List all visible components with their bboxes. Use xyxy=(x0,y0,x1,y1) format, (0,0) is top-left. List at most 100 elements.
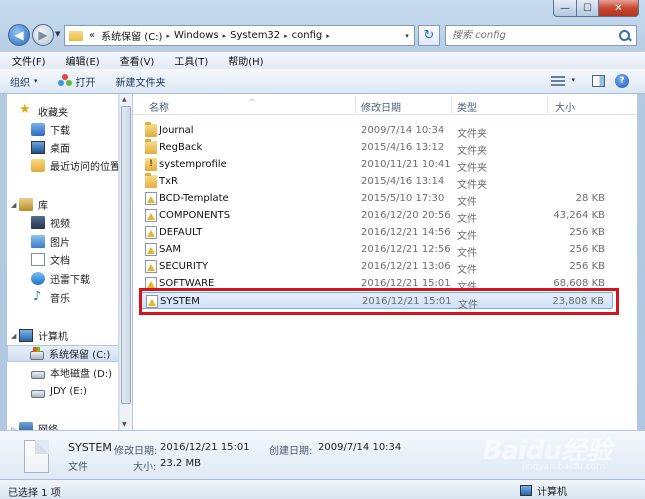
breadcrumb-config[interactable]: config xyxy=(289,30,326,41)
help-icon[interactable]: ? xyxy=(615,74,629,88)
downloads-folder-icon xyxy=(31,123,45,136)
refresh-button[interactable]: ↻ xyxy=(418,25,440,46)
table-row[interactable]: TxR 2015/4/16 13:14 文件夹 xyxy=(139,173,613,191)
back-button[interactable]: ◀ xyxy=(8,24,30,46)
file-modified-date: 2016/12/21 15:01 xyxy=(362,296,452,307)
menu-edit[interactable]: 编辑(E) xyxy=(54,53,108,68)
nav-item-recent-places[interactable]: 最近访问的位置 xyxy=(31,157,118,174)
breadcrumb-system32[interactable]: System32 xyxy=(227,30,283,41)
nav-item-drive-d[interactable]: 本地磁盘 (D:) xyxy=(31,364,112,381)
breadcrumb-windows[interactable]: Windows xyxy=(171,30,222,41)
column-header-type[interactable]: 类型 xyxy=(457,99,477,114)
file-modified-date: 2015/4/16 13:14 xyxy=(361,176,445,187)
menu-view[interactable]: 查看(V) xyxy=(108,53,163,68)
file-icon xyxy=(145,260,157,273)
menu-tools[interactable]: 工具(T) xyxy=(162,53,216,68)
breadcrumb-drive-c[interactable]: 系统保留 (C:) xyxy=(98,28,165,43)
nav-label: 库 xyxy=(38,201,48,212)
nav-pane-scrollbar[interactable]: ▲ ▼ xyxy=(119,94,132,430)
column-header-size[interactable]: 大小 xyxy=(555,99,575,114)
column-header-date[interactable]: 修改日期 xyxy=(361,99,401,114)
scrollbar-thumb[interactable] xyxy=(121,106,131,404)
column-divider[interactable] xyxy=(451,96,452,113)
organize-button[interactable]: 组织 ▾ xyxy=(0,74,48,89)
collapse-arrow-icon[interactable]: ◢ xyxy=(11,332,16,340)
documents-icon xyxy=(31,253,45,266)
file-name: BCD-Template xyxy=(159,193,229,204)
nav-item-pictures[interactable]: 图片 xyxy=(31,233,70,250)
address-bar[interactable]: « 系统保留 (C:) ▸ Windows ▸ System32 ▸ confi… xyxy=(64,25,415,46)
chevron-down-icon[interactable]: ▾ xyxy=(571,76,575,84)
address-dropdown-icon[interactable]: ▾ xyxy=(400,32,414,40)
breadcrumb-separator-icon[interactable]: ▸ xyxy=(325,32,331,40)
table-row[interactable]: RegBack 2015/4/16 13:12 文件夹 xyxy=(139,139,613,157)
file-size: 256 KB xyxy=(569,227,605,238)
status-selection-count: 已选择 1 项 xyxy=(8,488,61,499)
file-type: 文件 xyxy=(458,300,478,311)
nav-item-thunder-downloads[interactable]: 迅雷下载 xyxy=(31,270,90,287)
system-drive-icon xyxy=(30,346,44,360)
file-name: SECURITY xyxy=(159,261,209,272)
details-modified-label: 修改日期: xyxy=(114,446,158,457)
table-row[interactable]: BCD-Template 2015/5/10 17:30 文件 28 KB xyxy=(139,190,613,208)
scroll-down-icon[interactable]: ▼ xyxy=(122,421,127,428)
folder-icon xyxy=(145,173,157,188)
search-input[interactable] xyxy=(446,30,618,41)
table-row[interactable]: systemprofile 2010/11/21 10:41 文件夹 xyxy=(139,156,613,174)
table-row[interactable]: SOFTWARE 2016/12/21 15:01 文件 68,608 KB xyxy=(139,275,613,293)
preview-pane-icon[interactable] xyxy=(592,75,605,87)
caption-buttons: — ☐ ✕ xyxy=(553,0,639,17)
change-view-icon[interactable] xyxy=(551,76,565,86)
nav-item-downloads[interactable]: 下载 xyxy=(31,121,70,138)
file-modified-date: 2015/5/10 17:30 xyxy=(361,193,445,204)
nav-label: 桌面 xyxy=(50,144,70,155)
nav-item-documents[interactable]: 文档 xyxy=(31,251,70,268)
column-divider[interactable] xyxy=(355,96,356,113)
file-name: SAM xyxy=(159,244,182,255)
column-header-name[interactable]: 名称 xyxy=(149,99,169,114)
nav-item-videos[interactable]: 视频 xyxy=(31,214,70,231)
table-row[interactable]: SECURITY 2016/12/21 13:06 文件 256 KB xyxy=(139,258,613,276)
address-history-chevron[interactable]: « xyxy=(86,30,98,41)
open-button[interactable]: 打开 xyxy=(48,74,106,89)
menu-help[interactable]: 帮助(H) xyxy=(216,53,271,68)
search-box[interactable] xyxy=(445,25,637,46)
nav-item-drive-c[interactable]: 系统保留 (C:) xyxy=(7,345,118,362)
minimize-button[interactable]: — xyxy=(553,0,577,17)
nav-label: 本地磁盘 (D:) xyxy=(50,369,113,380)
file-type: 文件 xyxy=(457,248,477,259)
details-file-name: SYSTEM xyxy=(68,441,112,454)
forward-button[interactable]: ▶ xyxy=(32,24,54,46)
file-modified-date: 2016/12/20 20:56 xyxy=(361,210,451,221)
nav-libraries[interactable]: 库 xyxy=(19,196,48,213)
nav-item-desktop[interactable]: 桌面 xyxy=(31,139,70,156)
nav-network[interactable]: 网络 xyxy=(19,420,58,430)
nav-label: 图片 xyxy=(50,238,70,249)
file-type: 文件 xyxy=(457,231,477,242)
nav-favorites[interactable]: 收藏夹 xyxy=(19,102,68,120)
close-button[interactable]: ✕ xyxy=(599,0,639,17)
table-row[interactable]: COMPONENTS 2016/12/20 20:56 文件 43,264 KB xyxy=(139,207,613,225)
nav-item-music[interactable]: 音乐 xyxy=(31,289,70,306)
file-name: SOFTWARE xyxy=(159,278,215,289)
menu-file[interactable]: 文件(F) xyxy=(0,53,54,68)
table-row[interactable]: SAM 2016/12/21 12:56 文件 256 KB xyxy=(139,241,613,259)
nav-item-drive-e[interactable]: JDY (E:) xyxy=(31,383,87,400)
maximize-button[interactable]: ☐ xyxy=(577,0,599,17)
column-divider[interactable] xyxy=(547,96,548,113)
music-icon xyxy=(31,289,45,304)
file-icon xyxy=(146,295,158,308)
recent-pages-dropdown-icon[interactable]: ▼ xyxy=(55,30,60,38)
open-label: 打开 xyxy=(75,77,96,89)
collapse-arrow-icon[interactable]: ◢ xyxy=(11,201,16,209)
file-icon xyxy=(145,226,157,239)
nav-computer[interactable]: 计算机 xyxy=(19,327,68,344)
table-row[interactable]: DEFAULT 2016/12/21 14:56 文件 256 KB xyxy=(139,224,613,242)
scroll-up-icon[interactable]: ▲ xyxy=(122,96,127,103)
search-icon[interactable] xyxy=(618,29,632,43)
new-folder-button[interactable]: 新建文件夹 xyxy=(106,74,176,89)
navigation-pane: 收藏夹 下载 桌面 最近访问的位置 ◢ 库 视频 图片 文档 xyxy=(7,94,119,430)
nav-label: 音乐 xyxy=(50,294,70,305)
table-row[interactable]: Journal 2009/7/14 10:34 文件夹 xyxy=(139,122,613,140)
table-row-selected[interactable]: SYSTEM 2016/12/21 15:01 文件 23,808 KB xyxy=(139,292,613,311)
